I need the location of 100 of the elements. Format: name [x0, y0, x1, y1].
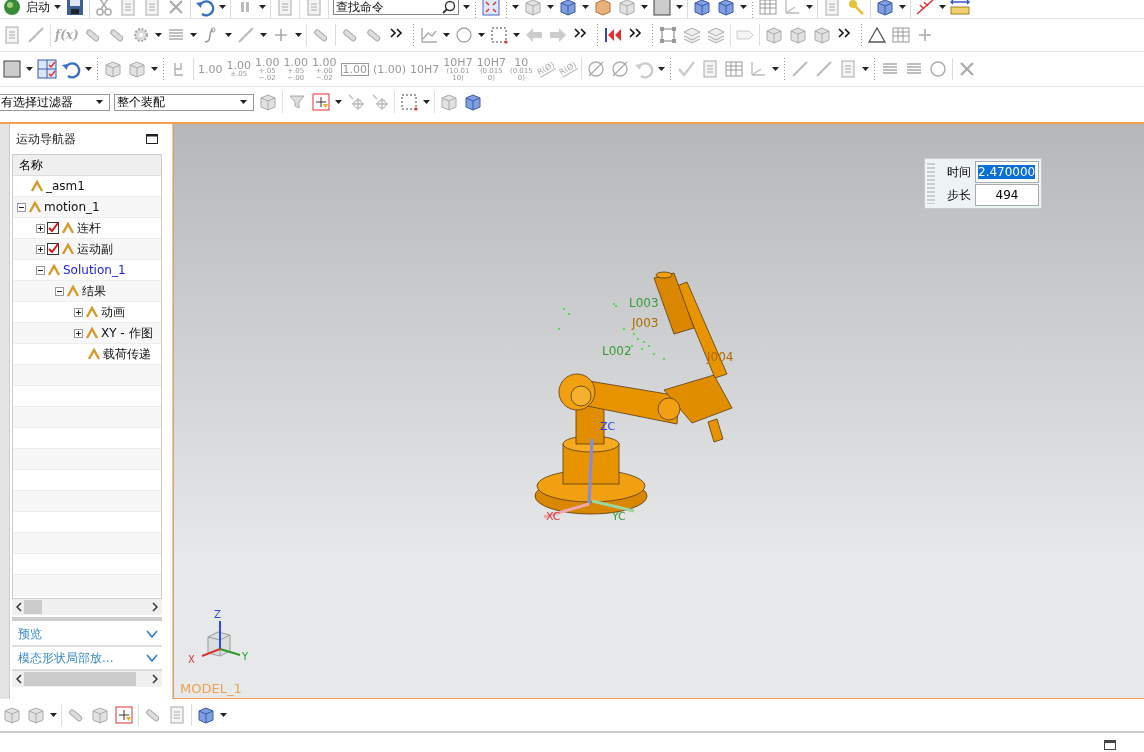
expand-toggle-icon[interactable]	[36, 265, 45, 275]
scrollbar-thumb[interactable]	[24, 600, 42, 614]
caret-icon[interactable]	[939, 5, 946, 9]
diameter-icon[interactable]	[585, 59, 606, 79]
ruler-icon[interactable]	[950, 0, 970, 17]
caret-icon[interactable]	[294, 33, 302, 37]
caret-icon[interactable]	[806, 5, 813, 9]
expand-toggle-icon[interactable]	[17, 202, 26, 212]
line-icon[interactable]	[915, 0, 935, 17]
expand-toggle-icon[interactable]	[55, 286, 64, 296]
scroll-left-icon[interactable]	[16, 602, 22, 612]
dimension-style-button[interactable]: (1.00)	[373, 63, 407, 75]
filter-dropdown[interactable]: 有选择过滤器	[0, 93, 110, 111]
scroll-right-icon[interactable]	[152, 602, 158, 612]
horizontal-scrollbar[interactable]	[12, 599, 162, 615]
cube-icon[interactable]	[716, 0, 736, 17]
dimension-style-button[interactable]: 1.00	[340, 62, 369, 76]
cube-icon[interactable]	[875, 0, 895, 17]
caret-icon[interactable]	[335, 100, 342, 104]
start-button[interactable]: 启动	[26, 0, 61, 16]
expand-toggle-icon[interactable]	[36, 244, 45, 254]
tree-item[interactable]: 载荷传递	[103, 345, 151, 363]
caret-icon[interactable]	[151, 67, 158, 71]
caret-icon[interactable]	[463, 5, 470, 9]
copy-icon[interactable]	[118, 0, 138, 17]
search-field[interactable]: 查找命令	[333, 0, 459, 15]
horizontal-scrollbar[interactable]	[12, 671, 162, 687]
cube-icon[interactable]	[692, 0, 712, 17]
caret-icon[interactable]	[189, 33, 197, 37]
checkbox[interactable]	[47, 243, 59, 255]
maximize-icon[interactable]	[146, 134, 158, 144]
expand-toggle-icon[interactable]	[74, 307, 83, 317]
caret-icon[interactable]	[582, 5, 589, 9]
caret-icon[interactable]	[676, 5, 683, 9]
column-header[interactable]: 名称	[13, 155, 161, 176]
caret-icon[interactable]	[657, 67, 665, 71]
check-icon[interactable]	[675, 59, 696, 79]
caret-icon[interactable]	[224, 33, 232, 37]
caret-icon[interactable]	[641, 5, 648, 9]
caret-icon[interactable]	[219, 5, 226, 9]
undo-icon[interactable]	[195, 0, 215, 17]
tree-item[interactable]: Solution_1	[63, 263, 126, 277]
section-title[interactable]: 预览	[18, 625, 42, 643]
window-icon[interactable]	[1104, 740, 1116, 750]
rewind-icon[interactable]	[602, 25, 623, 45]
caret-icon[interactable]	[96, 100, 103, 104]
checkbox[interactable]	[47, 222, 59, 234]
expand-toggle-icon[interactable]	[36, 223, 45, 233]
dimension-style-button[interactable]: 1.00	[198, 63, 223, 75]
caret-icon[interactable]	[50, 713, 57, 717]
circle-icon[interactable]	[927, 59, 948, 79]
tree-item[interactable]: 结果	[82, 282, 106, 300]
search-icon[interactable]	[442, 0, 456, 14]
cube-icon[interactable]	[558, 0, 578, 17]
caret-icon[interactable]	[477, 33, 485, 37]
caret-icon[interactable]	[512, 33, 520, 37]
tree-item[interactable]: _asm1	[46, 179, 85, 193]
caret-icon[interactable]	[240, 100, 247, 104]
table-icon[interactable]	[758, 0, 778, 17]
caret-icon[interactable]	[899, 5, 906, 9]
filter-icon[interactable]	[287, 92, 307, 112]
triangle-icon[interactable]	[866, 25, 887, 45]
caret-icon[interactable]	[861, 67, 869, 71]
caret-icon[interactable]	[85, 67, 92, 71]
scroll-left-icon[interactable]	[16, 674, 22, 684]
layers-icon[interactable]	[705, 25, 726, 45]
key-icon[interactable]	[846, 0, 866, 17]
filter-dropdown[interactable]: 整个装配	[114, 93, 254, 111]
target-icon[interactable]	[370, 92, 390, 112]
caret-icon[interactable]	[154, 33, 162, 37]
document-icon[interactable]	[822, 0, 842, 17]
dimension-style-button[interactable]: 10H7	[410, 63, 440, 75]
checklist-grid-icon[interactable]	[37, 59, 57, 79]
step-field[interactable]: 494	[975, 184, 1039, 206]
scrollbar-thumb[interactable]	[24, 672, 136, 686]
nodes-icon[interactable]	[657, 25, 678, 45]
caret-icon[interactable]	[442, 33, 450, 37]
layers-icon[interactable]	[681, 25, 702, 45]
caret-icon[interactable]	[771, 67, 779, 71]
document-icon[interactable]	[304, 0, 324, 17]
caret-icon[interactable]	[547, 5, 554, 9]
undo-icon[interactable]	[61, 59, 81, 79]
expand-toggle-icon[interactable]	[74, 328, 83, 338]
section-title[interactable]: 模态形状局部放...	[18, 649, 114, 667]
fit-view-icon[interactable]	[481, 0, 501, 17]
tree-item[interactable]: 连杆	[77, 219, 101, 237]
caret-icon[interactable]	[259, 5, 266, 9]
caret-icon[interactable]	[423, 100, 430, 104]
save-icon[interactable]	[65, 0, 85, 17]
diameter-icon[interactable]	[609, 59, 630, 79]
selection-icon[interactable]	[114, 705, 134, 725]
line-icon[interactable]	[26, 25, 46, 45]
scissors-icon[interactable]	[94, 0, 114, 17]
grip-icon[interactable]	[927, 163, 935, 204]
document-icon[interactable]	[2, 25, 22, 45]
cube-icon[interactable]	[196, 705, 216, 725]
caret-icon[interactable]	[54, 5, 61, 9]
document-icon[interactable]	[167, 705, 187, 725]
caret-icon[interactable]	[26, 67, 33, 71]
paste-icon[interactable]	[142, 0, 162, 17]
